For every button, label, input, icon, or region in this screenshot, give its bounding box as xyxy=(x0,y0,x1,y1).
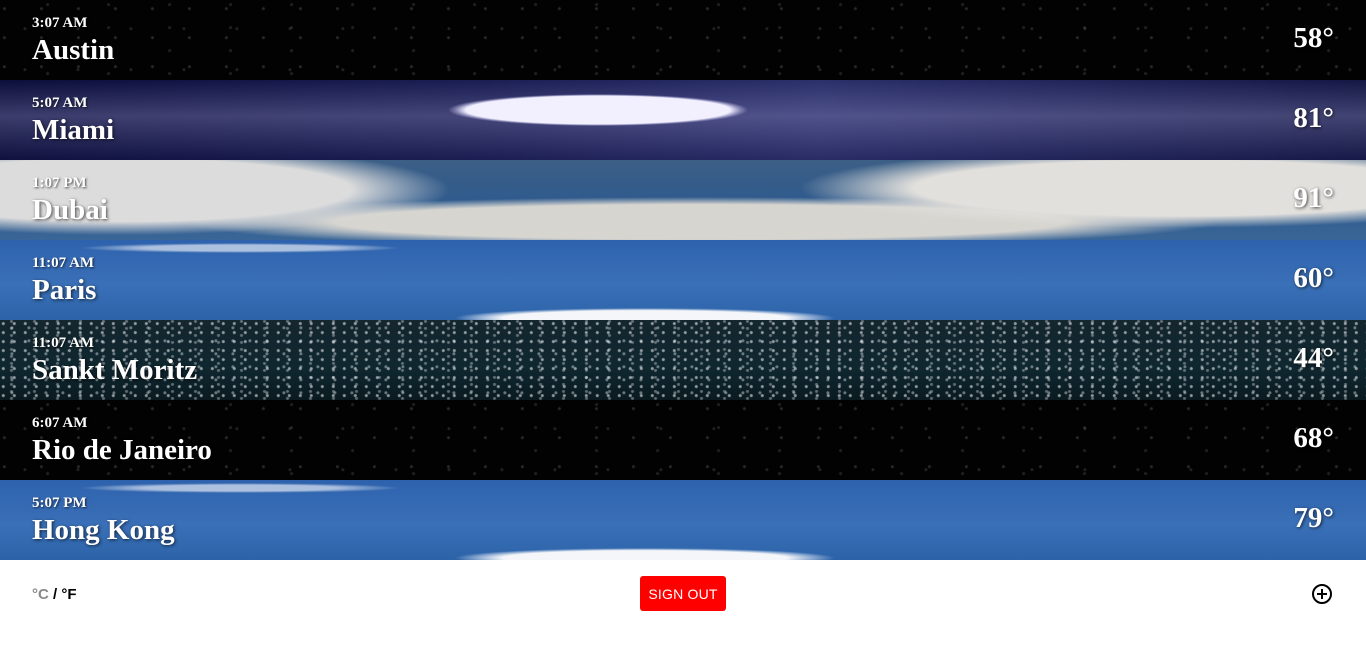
temperature: 79° xyxy=(1293,502,1334,534)
city-name: Miami xyxy=(32,114,115,146)
city-row-miami[interactable]: 5:07 AM Miami 81° xyxy=(0,80,1366,160)
fahrenheit-toggle[interactable]: °F xyxy=(61,586,76,603)
footer-bar: °C / °F SIGN OUT xyxy=(0,560,1366,652)
temperature: 60° xyxy=(1293,262,1334,294)
weather-background-sky xyxy=(0,480,1366,560)
city-row-rio-de-janeiro[interactable]: 6:07 AM Rio de Janeiro 68° xyxy=(0,400,1366,480)
add-city-button[interactable] xyxy=(1311,583,1333,605)
temperature-unit-toggle: °C / °F xyxy=(32,586,77,603)
city-row-dubai[interactable]: 1:07 PM Dubai 91° xyxy=(0,160,1366,240)
weather-background-moon xyxy=(0,80,1366,160)
city-name: Dubai xyxy=(32,194,108,226)
local-time: 6:07 AM xyxy=(32,415,88,431)
city-weather-list: 3:07 AM Austin 58° 5:07 AM Miami 81° 1:0… xyxy=(0,0,1366,560)
temperature: 81° xyxy=(1293,102,1334,134)
city-row-austin[interactable]: 3:07 AM Austin 58° xyxy=(0,0,1366,80)
weather-background-sky xyxy=(0,240,1366,320)
city-row-paris[interactable]: 11:07 AM Paris 60° xyxy=(0,240,1366,320)
temperature: 44° xyxy=(1293,342,1334,374)
local-time: 5:07 PM xyxy=(32,495,87,511)
temperature: 68° xyxy=(1293,422,1334,454)
city-name: Austin xyxy=(32,34,115,66)
celsius-toggle[interactable]: °C xyxy=(32,586,49,603)
weather-background-snow xyxy=(0,320,1366,400)
unit-separator: / xyxy=(48,586,62,603)
weather-background-night xyxy=(0,0,1366,80)
city-name: Paris xyxy=(32,274,97,306)
local-time: 5:07 AM xyxy=(32,95,88,111)
sign-out-button[interactable]: SIGN OUT xyxy=(640,576,726,611)
city-row-sankt-moritz[interactable]: 11:07 AM Sankt Moritz 44° xyxy=(0,320,1366,400)
local-time: 3:07 AM xyxy=(32,15,88,31)
city-name: Hong Kong xyxy=(32,514,175,546)
city-name: Rio de Janeiro xyxy=(32,434,212,466)
temperature: 91° xyxy=(1293,182,1334,214)
weather-background-cloudy xyxy=(0,160,1366,240)
city-row-hong-kong[interactable]: 5:07 PM Hong Kong 79° xyxy=(0,480,1366,560)
local-time: 11:07 AM xyxy=(32,335,95,351)
plus-circle-icon xyxy=(1312,584,1332,604)
city-name: Sankt Moritz xyxy=(32,354,198,386)
local-time: 11:07 AM xyxy=(32,255,95,271)
temperature: 58° xyxy=(1293,22,1334,54)
local-time: 1:07 PM xyxy=(32,175,87,191)
